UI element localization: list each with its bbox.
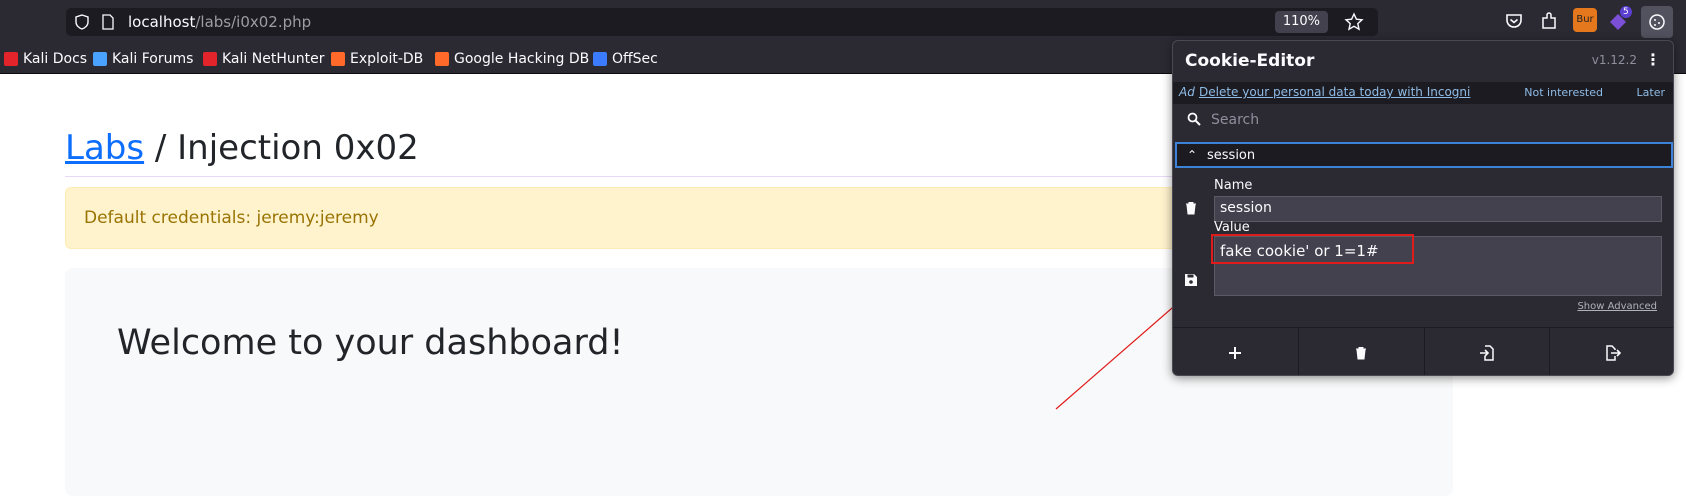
- trash-icon: [1356, 346, 1367, 359]
- value-label: Value: [1214, 220, 1250, 235]
- url-text[interactable]: localhost/labs/i0x02.php: [128, 13, 311, 31]
- bookmark-exploit-db[interactable]: Exploit-DB: [331, 49, 423, 69]
- ad-tag: Ad: [1179, 85, 1195, 99]
- extensions-puzzle-icon[interactable]: [1538, 10, 1560, 32]
- kali-forums-icon: [93, 52, 107, 66]
- ad-banner: Ad Delete your personal data today with …: [1173, 82, 1673, 104]
- bookmark-label: Kali NetHunter: [222, 51, 325, 67]
- google-hacking-db-icon: [435, 52, 449, 66]
- page-title: Labs / Injection 0x02: [65, 128, 419, 168]
- page-icon[interactable]: [100, 14, 116, 30]
- offsec-icon: [593, 52, 607, 66]
- bookmark-kali-docs[interactable]: Kali Docs: [4, 49, 87, 69]
- bookmark-label: Kali Forums: [112, 51, 194, 67]
- extension-badge: 5: [1620, 6, 1632, 18]
- labs-link[interactable]: Labs: [65, 128, 144, 168]
- name-field[interactable]: session: [1214, 196, 1662, 222]
- cookie-editor-button[interactable]: [1641, 6, 1673, 38]
- export-icon: [1605, 344, 1621, 361]
- value-highlight-box: [1211, 234, 1414, 264]
- alert-text: Default credentials: jeremy:jeremy: [84, 208, 379, 228]
- later-button[interactable]: Later: [1637, 86, 1665, 99]
- not-interested-button[interactable]: Not interested: [1524, 86, 1603, 99]
- cookie-row-name: session: [1207, 148, 1256, 163]
- bookmark-label: Google Hacking DB: [454, 51, 590, 67]
- ad-link[interactable]: Delete your personal data today with Inc…: [1199, 85, 1470, 99]
- pocket-icon[interactable]: [1503, 10, 1525, 32]
- bookmark-label: OffSec: [612, 51, 658, 67]
- import-icon: [1479, 344, 1494, 361]
- kali-nethunter-icon: [203, 52, 217, 66]
- bookmark-offsec[interactable]: OffSec: [593, 49, 658, 69]
- bookmark-label: Exploit-DB: [350, 51, 424, 67]
- shield-icon[interactable]: [74, 14, 90, 30]
- delete-all-button[interactable]: [1299, 328, 1425, 375]
- add-cookie-button[interactable]: [1173, 328, 1299, 375]
- popup-footer: [1173, 327, 1673, 375]
- export-button[interactable]: [1550, 328, 1673, 375]
- search-input[interactable]: [1211, 109, 1661, 131]
- url-host: localhost: [128, 13, 196, 31]
- cookie-icon: [1649, 14, 1665, 30]
- exploit-db-icon: [331, 52, 345, 66]
- browser-toolbar: localhost/labs/i0x02.php 110% Bur 5: [0, 0, 1686, 43]
- search-bar: [1173, 104, 1673, 136]
- cookie-editor-popup: Cookie-Editor v1.12.2 ⋮ Ad Delete your p…: [1172, 40, 1674, 376]
- bookmark-label: Kali Docs: [23, 51, 88, 67]
- search-icon: [1187, 112, 1201, 126]
- welcome-heading: Welcome to your dashboard!: [117, 323, 624, 363]
- trash-icon[interactable]: [1184, 201, 1198, 215]
- plus-icon: [1229, 346, 1242, 359]
- version-label: v1.12.2: [1591, 53, 1637, 67]
- show-advanced-link[interactable]: Show Advanced: [1577, 301, 1657, 312]
- url-path: /labs/i0x02.php: [195, 13, 312, 31]
- popup-title: Cookie-Editor: [1185, 51, 1315, 71]
- burp-extension-icon[interactable]: Bur: [1573, 8, 1597, 32]
- save-icon[interactable]: [1184, 273, 1198, 287]
- url-bar[interactable]: localhost/labs/i0x02.php 110%: [66, 8, 1378, 36]
- bookmark-google-hacking-db[interactable]: Google Hacking DB: [435, 49, 589, 69]
- kebab-menu-icon[interactable]: ⋮: [1645, 50, 1661, 69]
- page-title-text: / Injection 0x02: [144, 128, 419, 168]
- import-button[interactable]: [1425, 328, 1551, 375]
- bookmark-kali-forums[interactable]: Kali Forums: [93, 49, 193, 69]
- cookie-row-session[interactable]: ⌃ session: [1175, 142, 1673, 168]
- bookmark-kali-nethunter[interactable]: Kali NetHunter: [203, 49, 324, 69]
- bookmark-star-icon[interactable]: [1344, 12, 1364, 32]
- kali-docs-icon: [4, 52, 18, 66]
- name-label: Name: [1214, 178, 1253, 193]
- zoom-indicator[interactable]: 110%: [1274, 11, 1328, 33]
- chevron-up-icon[interactable]: ⌃: [1187, 148, 1197, 162]
